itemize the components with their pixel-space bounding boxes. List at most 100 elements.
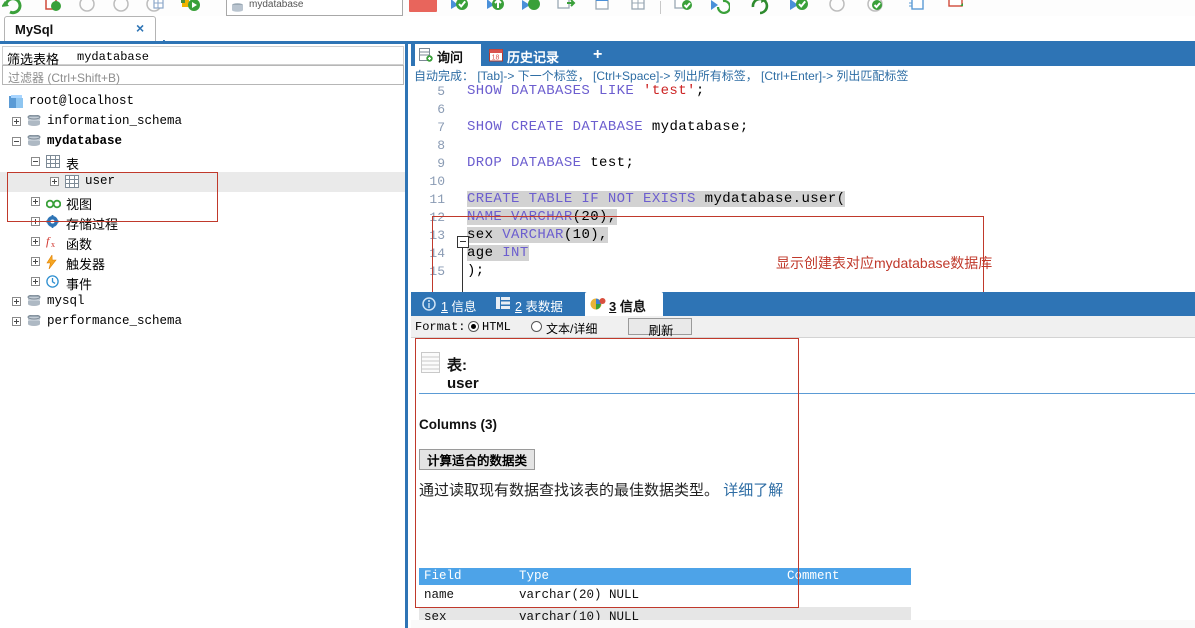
execute-icon[interactable]: [180, 0, 202, 16]
grid-window-icon[interactable]: [628, 0, 650, 16]
cell-field: name: [424, 588, 455, 602]
horizontal-scrollbar[interactable]: [411, 620, 1195, 628]
line-number: 13: [429, 228, 445, 243]
results-divider: [419, 393, 1195, 394]
delete-row-icon[interactable]: [946, 0, 968, 16]
calculate-datatype-button[interactable]: 计算适合的数据类: [419, 449, 536, 470]
editor-tab[interactable]: 18 历史记录: [485, 44, 579, 66]
columns-heading: Columns (3): [419, 417, 498, 432]
tree-item[interactable]: mysql: [0, 292, 405, 312]
insert-row-icon[interactable]: [906, 0, 928, 16]
code-line: 13 sex VARCHAR(10),: [411, 227, 1195, 245]
calculate-description-text: 通过读取现有数据查找该表的最佳数据类型。: [419, 482, 720, 499]
table-row: name varchar(20) NULL: [419, 585, 911, 607]
result-tab-bar: 1 信息 2 表数据 3 信息: [411, 292, 1195, 316]
code-text: DROP DATABASE test;: [467, 155, 635, 171]
filter-input[interactable]: 过滤器 (Ctrl+Shift+B): [2, 65, 404, 85]
new-window-icon[interactable]: [556, 0, 578, 16]
editor-tab-label: 历史记录: [507, 50, 560, 65]
expand-icon[interactable]: [31, 237, 40, 246]
connection-tab-mysql[interactable]: MySql ×: [4, 16, 156, 42]
grid-icon: [46, 155, 60, 168]
result-tab[interactable]: 2 表数据: [491, 292, 585, 316]
results-panel: 表: user Columns (3) 计算适合的数据类 通过读取现有数据查找该…: [411, 338, 1195, 628]
tree-item[interactable]: mydatabase: [0, 132, 405, 152]
refresh-button[interactable]: 刷新: [628, 318, 692, 338]
circle-icon-2[interactable]: [110, 0, 132, 16]
code-line: 6: [411, 101, 1195, 119]
code-line: 10: [411, 173, 1195, 191]
tree-item[interactable]: 事件: [0, 272, 405, 292]
tree-item[interactable]: performance_schema: [0, 312, 405, 332]
expand-icon[interactable]: [12, 317, 21, 326]
check-page-icon[interactable]: [672, 0, 694, 16]
expand-icon[interactable]: [50, 177, 59, 186]
tree-item[interactable]: 视图: [0, 192, 405, 212]
code-text: SHOW DATABASES LIKE 'test';: [467, 83, 705, 99]
undo-icon[interactable]: [708, 0, 732, 16]
tree-item[interactable]: root@localhost: [0, 92, 405, 112]
tree-item[interactable]: user: [0, 172, 405, 192]
tree-item-label: root@localhost: [29, 94, 135, 108]
close-icon[interactable]: ×: [472, 47, 480, 62]
format-label: Format:: [415, 320, 466, 334]
expand-icon[interactable]: [31, 197, 40, 206]
rollback-icon[interactable]: [484, 0, 506, 16]
expand-icon[interactable]: [12, 297, 21, 306]
tree-item[interactable]: 表: [0, 152, 405, 172]
refresh-green-icon[interactable]: [1, 0, 24, 16]
view-icon: [45, 198, 62, 209]
connection-tab-label: MySql: [15, 22, 54, 37]
radio-text-detail-label: 文本/详细: [546, 322, 598, 336]
stop-button[interactable]: [409, 0, 437, 12]
line-number: 15: [429, 264, 445, 279]
window-icon[interactable]: [592, 0, 614, 16]
chart-icon: [590, 297, 606, 314]
code-line: 8: [411, 137, 1195, 155]
commit-icon[interactable]: [448, 0, 470, 16]
code-text: SHOW CREATE DATABASE mydatabase;: [467, 119, 749, 135]
close-icon[interactable]: ×: [136, 20, 144, 36]
code-text: age INT: [467, 245, 529, 261]
expand-icon[interactable]: [31, 217, 40, 226]
tree-item-label: 触发器: [66, 257, 106, 272]
table-header-cell: Type: [519, 569, 550, 583]
line-number: 10: [429, 174, 445, 189]
result-tab[interactable]: 1 信息: [417, 292, 491, 316]
learn-more-link[interactable]: 详细了解: [723, 482, 783, 499]
columns-table: Field Type Comment name varchar(20) NULL sex v…: [419, 568, 911, 628]
redo-icon[interactable]: [748, 0, 770, 16]
table-circle-icon[interactable]: [144, 0, 166, 16]
radio-html[interactable]: [468, 321, 479, 332]
circle-check-icon[interactable]: [864, 0, 886, 16]
tree-item[interactable]: 存储过程: [0, 212, 405, 232]
expand-icon[interactable]: [31, 257, 40, 266]
database-selector[interactable]: mydatabase: [226, 0, 403, 16]
cell-type: varchar(20) NULL: [519, 588, 640, 602]
tree-item[interactable]: f x 函数: [0, 232, 405, 252]
trigger-icon: [46, 254, 57, 272]
editor-tab-label: 询问: [437, 50, 464, 65]
result-tab[interactable]: 3 信息: [585, 292, 663, 316]
autocomplete-hint-bar: 自动完成： [Tab]-> 下一个标签， [Ctrl+Space]-> 列出所有…: [411, 66, 1195, 83]
apply-icon[interactable]: [788, 0, 810, 16]
tree-item-label: 事件: [66, 277, 93, 292]
tree-item[interactable]: information_schema: [0, 112, 405, 132]
circle-icon-3[interactable]: [826, 0, 848, 16]
circle-icon-1[interactable]: [76, 0, 98, 16]
line-number: 14: [429, 246, 445, 261]
radio-html-label: HTML: [482, 320, 511, 334]
expand-icon[interactable]: [12, 117, 21, 126]
code-text: CREATE TABLE IF NOT EXISTS mydatabase.us…: [467, 191, 846, 207]
collapse-icon[interactable]: [31, 157, 40, 166]
radio-text-detail[interactable]: [531, 321, 542, 332]
tree-item[interactable]: 触发器: [0, 252, 405, 272]
export-icon[interactable]: [520, 0, 542, 16]
new-query-icon[interactable]: [42, 0, 64, 16]
new-editor-tab-button[interactable]: +: [593, 46, 602, 64]
calendar-icon: 18: [489, 48, 503, 65]
code-fold-icon[interactable]: [457, 236, 469, 248]
line-number: 8: [437, 138, 445, 153]
expand-icon[interactable]: [31, 277, 40, 286]
collapse-icon[interactable]: [12, 137, 21, 146]
